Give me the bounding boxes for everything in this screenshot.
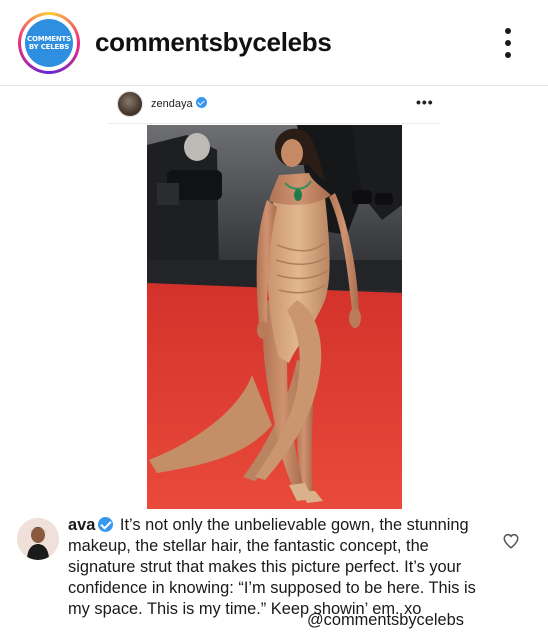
comment-body: ava It’s not only the unbelievable gown,… [68, 515, 488, 620]
commenter-name[interactable]: ava [68, 516, 95, 534]
post-author-avatar[interactable] [117, 91, 143, 117]
verified-badge-icon [98, 517, 114, 532]
account-name[interactable]: commentsbycelebs [95, 27, 332, 58]
verified-badge-icon [195, 97, 207, 108]
logo-line-1: COMMENTS [27, 35, 71, 43]
post-author[interactable]: zendaya [151, 97, 207, 110]
logo-line-2: BY CELEBS [28, 43, 70, 51]
comments-by-celebs-logo: COMMENTS BY CELEBS [25, 19, 73, 67]
embedded-post-header: zendaya ••• [108, 86, 440, 124]
page-header: COMMENTS BY CELEBS commentsbycelebs [0, 0, 548, 86]
more-vertical-icon[interactable] [498, 26, 518, 60]
account-avatar[interactable]: COMMENTS BY CELEBS [18, 12, 80, 74]
post-photo[interactable] [147, 125, 402, 509]
post-author-name[interactable]: zendaya [151, 98, 193, 110]
more-horizontal-icon[interactable]: ••• [416, 94, 434, 110]
watermark: @commentsbycelebs [307, 611, 464, 629]
commenter-avatar[interactable] [17, 518, 59, 560]
comment-text: It’s not only the unbelievable gown, the… [68, 516, 476, 618]
heart-outline-icon[interactable] [502, 532, 520, 550]
